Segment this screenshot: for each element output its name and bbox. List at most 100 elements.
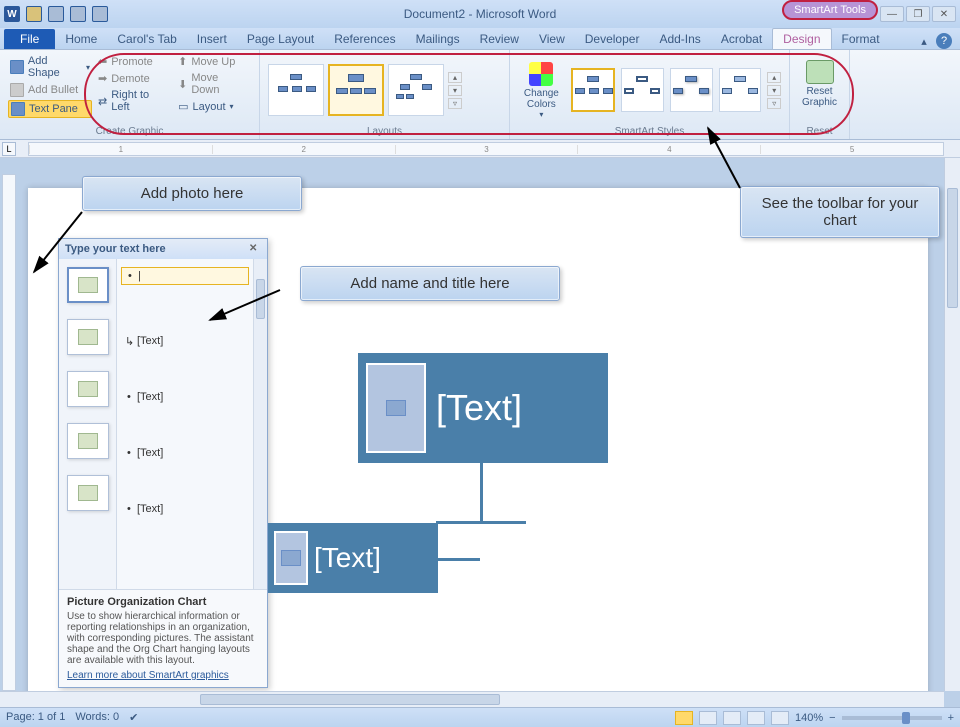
layouts-gallery-down[interactable]: ▾ [448,85,462,96]
vertical-ruler[interactable] [2,174,16,691]
view-draft[interactable] [771,711,789,725]
text-pane-thumb-1[interactable] [67,267,109,303]
group-label-styles: SmartArt Styles [518,126,781,137]
status-bar: Page: 1 of 1 Words: 0 ✔ 140% − + [0,707,960,727]
add-bullet-button[interactable]: Add Bullet [8,82,92,98]
zoom-in-button[interactable]: + [948,712,954,724]
smartart-picture-placeholder[interactable] [274,531,308,585]
tab-developer[interactable]: Developer [575,29,650,49]
close-button[interactable]: ✕ [932,6,956,22]
text-pane-item-4[interactable]: [Text] [121,445,249,461]
tab-acrobat[interactable]: Acrobat [711,29,772,49]
zoom-slider[interactable] [842,716,942,720]
smartart-tools-tab[interactable]: SmartArt Tools [782,0,878,20]
qat-more-icon[interactable] [92,6,108,22]
smartart-node-1-text[interactable]: [Text] [436,387,522,429]
tab-view[interactable]: View [529,29,575,49]
smartart-node-2-text[interactable]: [Text] [314,542,381,574]
picture-placeholder-icon [78,381,98,397]
view-print-layout[interactable] [675,711,693,725]
style-option-2[interactable] [621,68,664,112]
redo-icon[interactable] [70,6,86,22]
help-icon[interactable]: ? [936,33,952,49]
text-pane-list[interactable]: | [Text] [Text] [Text] [Text] [117,259,253,589]
text-pane-footer-body: Use to show hierarchical information or … [67,611,254,666]
text-pane-item-1[interactable]: | [121,267,249,285]
picture-placeholder-icon [78,485,98,501]
layouts-gallery-more[interactable]: ▿ [448,98,462,109]
document-area: Type your text here ✕ | [Text] [Text] [0,158,960,707]
view-outline[interactable] [747,711,765,725]
move-up-button[interactable]: ⬆Move Up [176,54,251,69]
styles-gallery-down[interactable]: ▾ [767,85,781,96]
move-down-icon: ⬇ [178,78,187,91]
text-pane-button[interactable]: Text Pane [8,100,92,118]
minimize-button[interactable]: — [880,6,904,22]
style-option-1[interactable] [571,68,615,112]
smartart-text-pane[interactable]: Type your text here ✕ | [Text] [Text] [58,238,268,688]
minimize-ribbon-icon[interactable]: ▴ [916,33,932,49]
restore-button[interactable]: ❐ [906,6,930,22]
horizontal-scrollbar[interactable] [0,691,944,707]
text-pane-item-2[interactable]: [Text] [121,333,249,349]
demote-icon: ➡ [98,72,107,85]
text-pane-item-3[interactable]: [Text] [121,389,249,405]
tab-mailings[interactable]: Mailings [406,29,470,49]
layout-option-3[interactable] [388,64,444,116]
styles-gallery-up[interactable]: ▴ [767,72,781,83]
move-down-button[interactable]: ⬇Move Down [176,71,251,97]
rtl-button[interactable]: ⇄Right to Left [96,88,172,114]
tab-home[interactable]: Home [55,29,107,49]
layout-option-1[interactable] [268,64,324,116]
text-pane-thumb-5[interactable] [67,475,109,511]
callout-add-name: Add name and title here [300,266,560,301]
vertical-scrollbar[interactable] [944,158,960,691]
change-colors-button[interactable]: Change Colors ▾ [518,60,565,120]
undo-icon[interactable] [48,6,64,22]
layout-option-2[interactable] [328,64,384,116]
promote-button[interactable]: ⬅Promote [96,54,172,69]
add-bullet-icon [10,83,24,97]
tab-format[interactable]: Format [832,29,890,49]
smartart-node-2[interactable]: [Text] [268,523,438,593]
text-pane-close-icon[interactable]: ✕ [249,243,261,255]
text-pane-item-5[interactable]: [Text] [121,501,249,517]
text-pane-thumb-2[interactable] [67,319,109,355]
zoom-level[interactable]: 140% [795,712,823,724]
add-shape-icon [10,60,24,74]
add-shape-button[interactable]: Add Shape ▾ [8,54,92,80]
text-pane-scrollbar[interactable] [253,259,267,589]
tab-stop-button[interactable]: L [2,142,16,156]
layout-button[interactable]: ▭Layout ▾ [176,99,251,114]
save-icon[interactable] [26,6,42,22]
style-option-3[interactable] [670,68,713,112]
styles-gallery-more[interactable]: ▿ [767,98,781,109]
status-words[interactable]: Words: 0 [75,711,119,724]
status-page[interactable]: Page: 1 of 1 [6,711,65,724]
callout-toolbar: See the toolbar for your chart [740,186,940,238]
text-pane-thumb-4[interactable] [67,423,109,459]
word-icon[interactable]: W [4,6,20,22]
tab-insert[interactable]: Insert [187,29,237,49]
smartart-picture-placeholder[interactable] [366,363,426,453]
zoom-out-button[interactable]: − [829,712,835,724]
status-proofing-icon[interactable]: ✔ [129,711,138,724]
view-full-screen[interactable] [699,711,717,725]
view-web-layout[interactable] [723,711,741,725]
text-pane-thumb-3[interactable] [67,371,109,407]
tab-addins[interactable]: Add-Ins [649,29,710,49]
tab-design[interactable]: Design [772,28,831,49]
style-option-4[interactable] [719,68,762,112]
tab-page-layout[interactable]: Page Layout [237,29,324,49]
horizontal-ruler[interactable]: 1 2 3 4 5 [28,142,944,156]
demote-button[interactable]: ➡Demote [96,71,172,86]
text-pane-footer-link[interactable]: Learn more about SmartArt graphics [67,670,259,681]
tab-references[interactable]: References [324,29,405,49]
smartart-node-1[interactable]: [Text] [358,353,608,463]
file-tab[interactable]: File [4,29,55,49]
layouts-gallery-up[interactable]: ▴ [448,72,462,83]
tab-carols[interactable]: Carol's Tab [107,29,186,49]
tab-review[interactable]: Review [470,29,529,49]
reset-graphic-button[interactable]: Reset Graphic [798,54,841,114]
smartart-connector [480,463,483,523]
